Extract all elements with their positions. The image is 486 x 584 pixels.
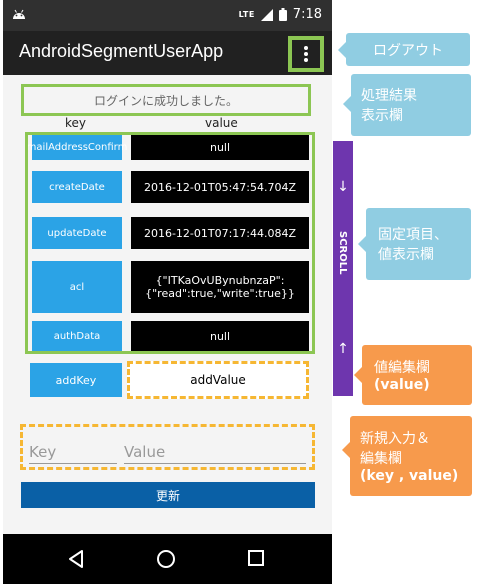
overflow-menu-icon: [304, 46, 308, 62]
value-input[interactable]: Value: [124, 441, 306, 464]
callout-result: 処理結果 表示欄: [343, 74, 471, 136]
fields-table[interactable]: mailAddressConfirm null createDate 2016-…: [25, 132, 315, 354]
recents-icon[interactable]: [247, 549, 265, 567]
value-cell-createdate: 2016-12-01T05:47:54.704Z: [131, 171, 309, 203]
acl-value-line2: {"read":true,"write":true}}: [145, 287, 295, 300]
overflow-menu-button[interactable]: [288, 36, 324, 72]
status-bar: LTE 7:18: [3, 0, 332, 31]
scroll-up-arrow: ↑: [337, 341, 349, 357]
key-cell-authdata[interactable]: authData: [32, 321, 122, 351]
app-title: AndroidSegmentUserApp: [19, 41, 224, 61]
callout-fixed-fields: 固定項目、 値表示欄: [358, 208, 471, 280]
battery-icon: [278, 8, 287, 21]
acl-value-line1: {"ITKaOvUBynubnzaP":: [155, 274, 285, 287]
value-column-header: value: [205, 116, 238, 130]
scroll-down-arrow: ↓: [337, 179, 349, 195]
scroll-label: SCROLL: [337, 231, 348, 275]
add-key-button[interactable]: addKey: [30, 363, 122, 397]
key-input[interactable]: Key: [29, 441, 117, 464]
action-bar: AndroidSegmentUserApp: [3, 31, 332, 75]
value-cell-updatedate: 2016-12-01T07:17:44.084Z: [131, 217, 309, 249]
android-icon: [13, 9, 25, 19]
signal-icon: [260, 8, 273, 21]
key-cell-createdate[interactable]: createDate: [32, 171, 122, 203]
update-button[interactable]: 更新: [21, 482, 315, 508]
scroll-indicator: ↓ SCROLL ↑: [333, 141, 353, 396]
key-column-header: key: [65, 116, 87, 130]
value-cell-mailaddressconfirm: null: [131, 135, 309, 160]
new-entry-area: Key Value: [20, 424, 315, 470]
value-cell-authdata: null: [131, 321, 309, 351]
callout-value-edit: 値編集欄 (value): [354, 345, 472, 405]
callout-logout: ログアウト: [338, 33, 470, 66]
key-cell-updatedate[interactable]: updateDate: [32, 217, 122, 249]
callout-new-entry: 新規入力＆ 編集欄 (key , value): [342, 416, 472, 496]
result-message: ログインに成功しました。: [21, 84, 311, 116]
key-cell-mailaddressconfirm[interactable]: mailAddressConfirm: [28, 135, 127, 160]
clock: 7:18: [292, 7, 322, 22]
value-cell-acl: {"ITKaOvUBynubnzaP": {"read":true,"write…: [131, 261, 309, 313]
phone-screen: LTE 7:18 AndroidSegmentUserApp ログインに成功しま…: [3, 0, 332, 584]
network-type: LTE: [238, 10, 255, 19]
home-icon[interactable]: [156, 549, 176, 569]
navigation-bar: [3, 534, 332, 584]
back-icon[interactable]: [67, 549, 85, 569]
key-cell-acl[interactable]: acl: [32, 261, 122, 313]
add-value-field[interactable]: addValue: [127, 361, 309, 399]
